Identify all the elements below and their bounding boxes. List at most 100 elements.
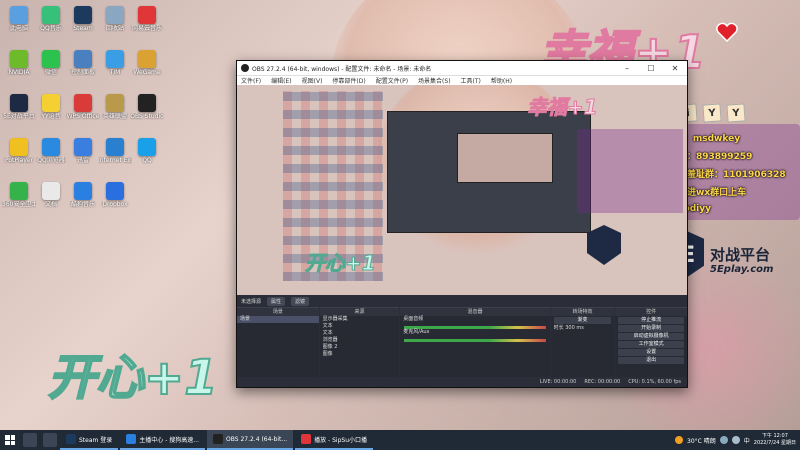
menu-item[interactable]: 配置文件(P)	[376, 76, 408, 85]
desktop-icon[interactable]: 5E对战平台	[2, 94, 36, 120]
close-button[interactable]: ✕	[663, 64, 687, 73]
transition-type-select[interactable]: 渐变	[553, 317, 612, 324]
taskbar-app[interactable]: Steam 登录	[60, 430, 119, 450]
app-icon	[42, 182, 60, 200]
source-item[interactable]: 文本	[320, 323, 400, 330]
rec-timer: REC: 00:00:00	[584, 379, 621, 385]
volume-icon[interactable]	[731, 436, 740, 444]
taskbar-app-icon	[66, 434, 76, 444]
control-button[interactable]: 启动虚拟摄像机	[618, 333, 684, 340]
clock-date: 2022/7/24 星期日	[753, 440, 796, 446]
app-icon	[10, 182, 28, 200]
mixer-channel-label: 桌面音频	[403, 316, 424, 322]
app-icon	[42, 94, 60, 112]
duration-value: 300 ms	[565, 325, 584, 331]
desktop-icon[interactable]: 英雄联盟	[98, 94, 132, 120]
desktop-icon[interactable]: 回收站	[98, 6, 132, 32]
control-button[interactable]: 停止推流	[618, 317, 684, 324]
minimize-button[interactable]: –	[615, 64, 639, 73]
app-icon	[74, 6, 92, 24]
desktop-icon-label: 酷狗音乐	[70, 201, 95, 208]
desktop-icon-label: 5E对战平台	[3, 113, 35, 120]
desktop-icon-label: YY语音	[41, 113, 61, 120]
transition-duration[interactable]: 时长 300 ms	[551, 325, 615, 332]
desktop-icon[interactable]: 控制面板	[66, 50, 100, 76]
volume-meter[interactable]	[404, 339, 546, 342]
desktop-icon-label: TIM	[109, 69, 121, 76]
desktop-icon[interactable]: 微信	[34, 50, 68, 76]
scene-item[interactable]: 场景	[237, 316, 319, 323]
app-icon	[42, 6, 60, 24]
app-icon	[138, 6, 156, 24]
app-icon	[106, 6, 124, 24]
maximize-button[interactable]: ☐	[639, 64, 663, 73]
source-item[interactable]: 图像 2	[320, 344, 400, 351]
desktop-icon[interactable]: 文档	[34, 182, 68, 208]
taskbar-app-label: 主播中心 - 搜狗高速...	[139, 436, 199, 444]
menu-item[interactable]: 帮助(H)	[491, 76, 512, 85]
menu-item[interactable]: 编辑(E)	[271, 76, 291, 85]
filters-button[interactable]: 滤镜	[291, 296, 310, 306]
taskbar-app[interactable]: 播放 - SipSu小口播	[295, 430, 374, 450]
desktop-icon-label: OBS Studio	[130, 113, 164, 120]
control-button[interactable]: 设置	[618, 349, 684, 356]
task-view-icon[interactable]	[43, 433, 57, 447]
desktop-icon-label: 网易云音乐	[131, 25, 162, 32]
obs-window-title: OBS 27.2.4 (64-bit, windows) - 配置文件: 未命名…	[252, 65, 432, 73]
desktop-icon[interactable]: TIM	[98, 50, 132, 76]
menu-item[interactable]: 停靠部件(D)	[332, 76, 365, 85]
5e-logo-title: 对战平台	[710, 246, 771, 264]
wallpaper-text-kaixin: 开心+1	[47, 349, 219, 407]
taskbar-apps: Steam 登录 主播中心 - 搜狗高速... OBS 27.2.4 (64-bit…	[60, 430, 375, 450]
live-timer: LIVE: 00:00:00	[539, 379, 577, 385]
start-button[interactable]	[0, 430, 20, 450]
desktop-icon[interactable]: 迅雷	[66, 138, 100, 164]
desktop-icon[interactable]: YY语音	[34, 94, 68, 120]
desktop-icon[interactable]: Dropbox	[98, 182, 132, 208]
source-item[interactable]: 图像	[320, 351, 400, 358]
desktop-icon[interactable]: Steam	[66, 6, 100, 32]
control-button[interactable]: 工作室模式	[618, 341, 684, 348]
taskbar-app[interactable]: 主播中心 - 搜狗高速...	[120, 430, 205, 450]
source-item[interactable]: 显示器采集	[320, 316, 400, 323]
desktop-icon[interactable]: NVIDIA	[2, 50, 36, 76]
mixer-channel-label: 麦克风/Aux	[403, 329, 430, 335]
menu-item[interactable]: 视图(V)	[302, 76, 323, 85]
obs-preview-canvas[interactable]: 幸福+1 开心+1	[237, 85, 687, 295]
desktop-icon[interactable]: 酷狗音乐	[66, 182, 100, 208]
desktop-icon[interactable]: WPS Office	[66, 94, 100, 120]
taskbar-app-label: 播放 - SipSu小口播	[314, 436, 368, 444]
desktop-icon[interactable]: OBS Studio	[130, 94, 164, 120]
ime-indicator[interactable]: 中	[744, 436, 750, 445]
properties-button[interactable]: 属性	[267, 296, 286, 306]
desktop-icon[interactable]: QQ浏览器	[34, 138, 68, 164]
source-item[interactable]: 浏览器	[320, 337, 400, 344]
desktop-icon[interactable]: QQ音乐	[34, 6, 68, 32]
menu-item[interactable]: 工具(T)	[461, 76, 481, 85]
source-item[interactable]: 文本	[320, 330, 400, 337]
desktop-icon[interactable]: 网易云音乐	[130, 6, 164, 32]
desktop-icon[interactable]: 360安全卫士	[2, 182, 36, 208]
app-icon	[106, 50, 124, 68]
network-icon[interactable]	[719, 436, 728, 444]
control-button[interactable]: 退出	[618, 357, 684, 364]
desktop-icon[interactable]: QQ	[130, 138, 164, 164]
menu-item[interactable]: 文件(F)	[241, 76, 261, 85]
scenes-dock: 场景 场景	[237, 307, 319, 377]
obs-window[interactable]: OBS 27.2.4 (64-bit, windows) - 配置文件: 未命名…	[236, 60, 688, 388]
taskbar-app[interactable]: OBS 27.2.4 (64-bit...	[207, 430, 294, 450]
taskbar-app-label: Steam 登录	[79, 436, 113, 444]
menu-item[interactable]: 场景集合(S)	[418, 76, 451, 85]
clock[interactable]: 下午 12:07 2022/7/24 星期日	[754, 433, 796, 447]
desktop-icon[interactable]: Internet Explorer	[98, 138, 132, 164]
control-button[interactable]: 开始录制	[618, 325, 684, 332]
search-icon[interactable]	[23, 433, 37, 447]
desktop-icon-label: 文档	[44, 201, 57, 208]
desktop-icon[interactable]: WeGame	[130, 50, 164, 76]
weather-text: 30°C 晴朗	[687, 437, 716, 445]
desktop-icon[interactable]: 此电脑	[2, 6, 36, 32]
obs-titlebar[interactable]: OBS 27.2.4 (64-bit, windows) - 配置文件: 未命名…	[237, 61, 687, 75]
desktop-icon-label: Dropbox	[102, 201, 128, 208]
windows-logo-icon	[5, 435, 15, 445]
desktop-icon[interactable]: PotPlayer	[2, 138, 36, 164]
